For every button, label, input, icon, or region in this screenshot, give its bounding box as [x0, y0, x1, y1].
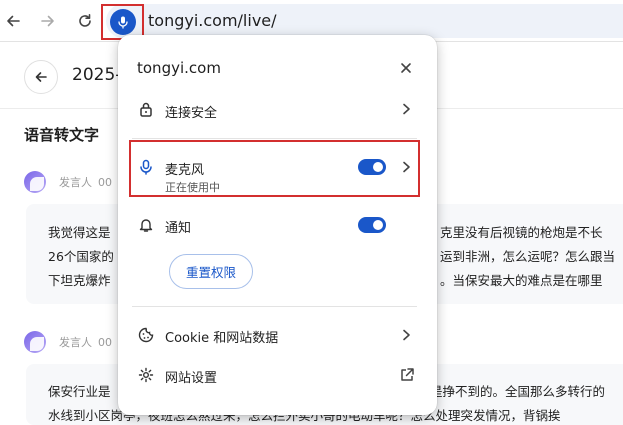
chevron-right-icon[interactable]	[400, 102, 412, 116]
close-icon[interactable]	[397, 59, 415, 77]
site-settings-label[interactable]: 网站设置	[165, 367, 217, 386]
transcript-line: 26个国家的	[48, 249, 114, 264]
microphone-row-highlight	[129, 140, 420, 197]
reload-icon[interactable]	[72, 8, 98, 34]
popup-site-title: tongyi.com	[137, 59, 221, 77]
page-back-button[interactable]	[24, 60, 58, 94]
transcript-line: 。当保安最大的难点是在哪里	[440, 273, 603, 288]
external-link-icon[interactable]	[399, 367, 415, 383]
reset-permissions-button[interactable]: 重置权限	[169, 254, 253, 289]
microphone-in-use-icon	[109, 9, 136, 35]
forward-arrow-icon[interactable]	[35, 8, 61, 34]
transcript-line: 下坦克爆炸	[48, 273, 111, 288]
gear-icon	[137, 366, 155, 384]
speaker-row: 发言人 00	[24, 330, 112, 354]
lock-icon	[137, 100, 155, 118]
speaker-label: 发言人	[59, 336, 92, 349]
notifications-label: 通知	[165, 221, 192, 236]
cookies-label[interactable]: Cookie 和网站数据	[165, 327, 278, 346]
divider	[132, 138, 417, 139]
bell-icon	[137, 216, 155, 234]
speaker-time: 00	[98, 175, 112, 189]
chevron-right-icon[interactable]	[400, 328, 412, 342]
speaker-avatar	[24, 171, 46, 193]
section-title: 语音转文字	[24, 126, 100, 144]
transcript-line: 运到非洲，怎么运呢？怎么跟当	[440, 249, 616, 264]
page-title: 2025-	[72, 65, 122, 85]
transcript-line: 保安行业是	[48, 384, 111, 399]
divider	[132, 306, 417, 307]
site-info-popup: tongyi.com 连接安全 麦克风 正在使用中 通知 重置权限 Cookie…	[118, 35, 437, 415]
notifications-toggle[interactable]	[358, 217, 386, 233]
back-arrow-icon[interactable]	[0, 8, 26, 34]
connection-label[interactable]: 连接安全	[165, 102, 217, 121]
transcript-line: 我觉得这是	[48, 225, 111, 240]
cookie-icon	[137, 326, 155, 344]
speaker-time: 00	[98, 335, 112, 349]
transcript-line: 是挣不到的。全国那么多转行的	[430, 384, 606, 399]
speaker-avatar	[24, 331, 46, 353]
transcript-line: 克里没有后视镜的枪炮是不长	[440, 225, 603, 240]
speaker-row: 发言人 00	[24, 170, 112, 194]
url-text[interactable]: tongyi.com/live/	[148, 11, 277, 30]
speaker-label: 发言人	[59, 176, 92, 189]
